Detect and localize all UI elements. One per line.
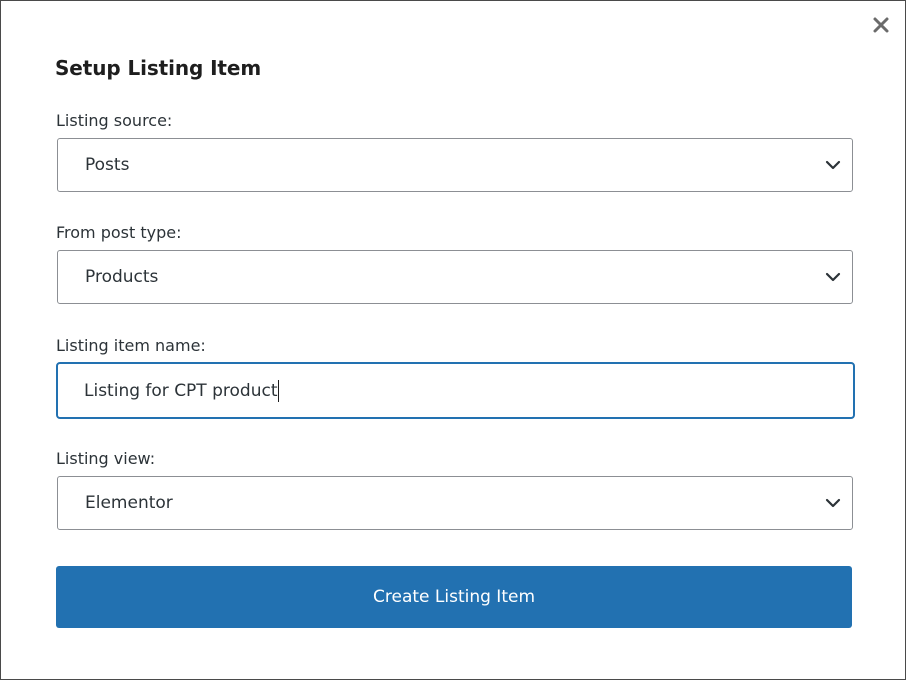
setup-listing-dialog: Setup Listing Item Listing source: Posts…: [0, 0, 906, 680]
listing-view-label: Listing view:: [56, 449, 156, 468]
listing-source-select[interactable]: Posts: [57, 138, 853, 192]
listing-view-select[interactable]: Elementor: [57, 476, 853, 530]
close-button[interactable]: [869, 13, 893, 37]
listing-source-value: Posts: [85, 155, 130, 175]
dialog-title: Setup Listing Item: [55, 56, 262, 80]
post-type-label: From post type:: [56, 223, 182, 242]
chevron-down-icon: [825, 160, 841, 170]
post-type-select[interactable]: Products: [57, 250, 853, 304]
chevron-down-icon: [825, 272, 841, 282]
item-name-value: Listing for CPT product: [84, 380, 278, 401]
item-name-input[interactable]: Listing for CPT product: [56, 362, 855, 419]
listing-source-label: Listing source:: [56, 111, 173, 130]
listing-view-value: Elementor: [85, 493, 173, 513]
create-listing-item-button[interactable]: Create Listing Item: [56, 566, 852, 628]
chevron-down-icon: [825, 498, 841, 508]
post-type-value: Products: [85, 267, 159, 287]
text-caret: [278, 379, 280, 402]
item-name-label: Listing item name:: [56, 336, 206, 355]
close-icon: [872, 16, 890, 34]
